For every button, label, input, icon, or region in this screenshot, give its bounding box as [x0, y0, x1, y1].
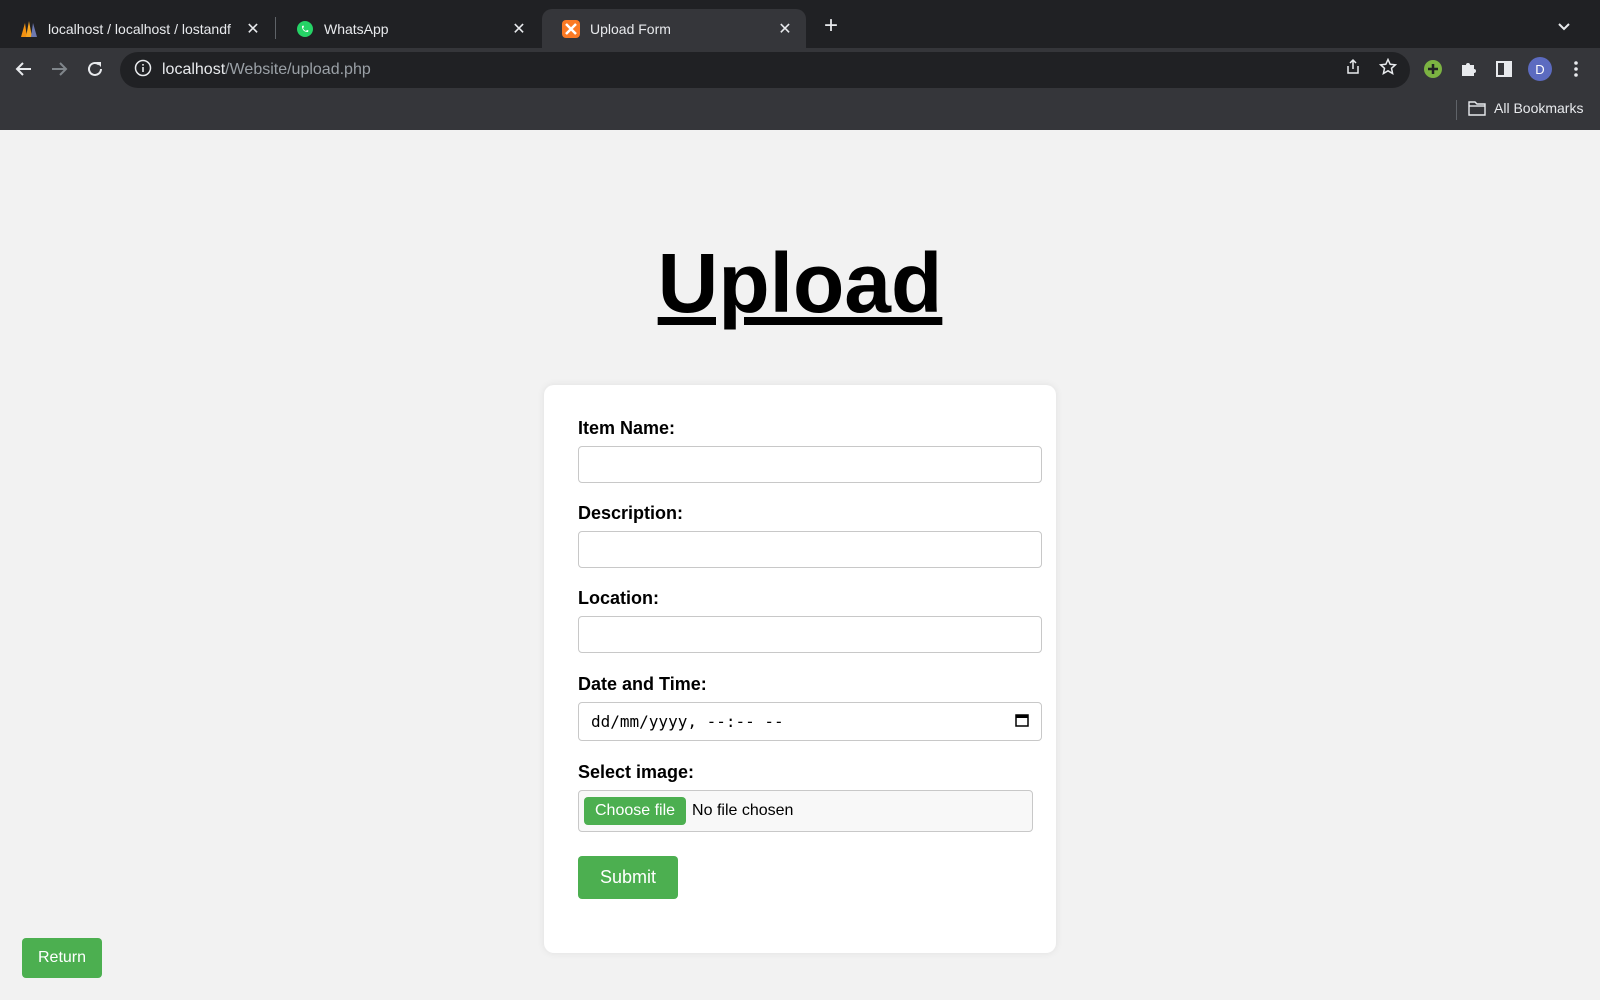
- close-icon[interactable]: ✕: [244, 20, 262, 38]
- upload-form: Item Name: Description: Location: Date a…: [544, 385, 1056, 953]
- return-button[interactable]: Return: [22, 938, 102, 978]
- tab-whatsapp[interactable]: WhatsApp ✕: [276, 9, 540, 48]
- description-input[interactable]: [578, 531, 1042, 568]
- url-text: localhost/Website/upload.php: [162, 61, 371, 79]
- folder-icon: [1468, 101, 1486, 116]
- profile-avatar[interactable]: D: [1528, 57, 1552, 81]
- tab-title: Upload Form: [590, 20, 671, 37]
- reload-icon[interactable]: [82, 56, 108, 82]
- calendar-icon[interactable]: [1015, 712, 1029, 731]
- bookmarks-bar: All Bookmarks: [0, 90, 1600, 130]
- xampp-icon: [562, 19, 580, 38]
- item-name-input[interactable]: [578, 446, 1042, 483]
- all-bookmarks-label: All Bookmarks: [1494, 100, 1584, 116]
- submit-button[interactable]: Submit: [578, 856, 678, 899]
- browser-toolbar: localhost/Website/upload.php D: [0, 48, 1600, 90]
- info-icon[interactable]: [134, 59, 152, 82]
- phpmyadmin-icon: [20, 20, 38, 38]
- more-menu-icon[interactable]: [1564, 57, 1588, 81]
- item-name-label: Item Name:: [578, 418, 676, 438]
- description-label: Description:: [578, 503, 684, 523]
- datetime-input[interactable]: dd/mm/yyyy, --:-- --: [578, 702, 1042, 741]
- choose-file-button[interactable]: Choose file: [584, 797, 687, 825]
- tab-strip: localhost / localhost / lostandf ✕ Whats…: [0, 0, 1600, 48]
- url-path: /Website/upload.php: [225, 61, 371, 78]
- share-icon[interactable]: [1342, 56, 1364, 78]
- no-file-text: No file chosen: [692, 802, 794, 819]
- close-icon[interactable]: ✕: [776, 20, 794, 38]
- extensions-puzzle-icon[interactable]: [1457, 57, 1481, 81]
- datetime-placeholder: dd/mm/yyyy, --:-- --: [591, 712, 784, 731]
- location-input[interactable]: [578, 616, 1042, 653]
- address-bar[interactable]: localhost/Website/upload.php: [120, 52, 1410, 88]
- side-panel-icon[interactable]: [1492, 57, 1516, 81]
- page-title: Upload: [657, 236, 943, 330]
- chevron-down-icon[interactable]: [1554, 16, 1574, 36]
- bookmark-star-icon[interactable]: [1377, 56, 1399, 78]
- tab-title: WhatsApp: [324, 20, 389, 37]
- back-icon[interactable]: [11, 56, 37, 82]
- image-file-input[interactable]: Choose file No file chosen: [578, 790, 1033, 832]
- tab-phpmyadmin[interactable]: localhost / localhost / lostandf ✕: [0, 9, 274, 48]
- datetime-label: Date and Time:: [578, 674, 707, 694]
- tab-title: localhost / localhost / lostandf: [48, 20, 231, 37]
- url-host: localhost: [162, 61, 226, 78]
- forward-icon[interactable]: [46, 56, 72, 82]
- whatsapp-icon: [296, 20, 314, 38]
- location-label: Location:: [578, 588, 659, 608]
- new-tab-button[interactable]: +: [818, 14, 844, 40]
- all-bookmarks-button[interactable]: All Bookmarks: [1468, 100, 1583, 116]
- bookmarks-separator: [1456, 100, 1457, 120]
- tab-upload-form[interactable]: Upload Form ✕: [542, 9, 806, 48]
- select-image-label: Select image:: [578, 762, 695, 782]
- extension-add-icon[interactable]: [1421, 57, 1445, 81]
- page-content: Upload Item Name: Description: Location:…: [0, 130, 1600, 1000]
- close-icon[interactable]: ✕: [510, 20, 528, 38]
